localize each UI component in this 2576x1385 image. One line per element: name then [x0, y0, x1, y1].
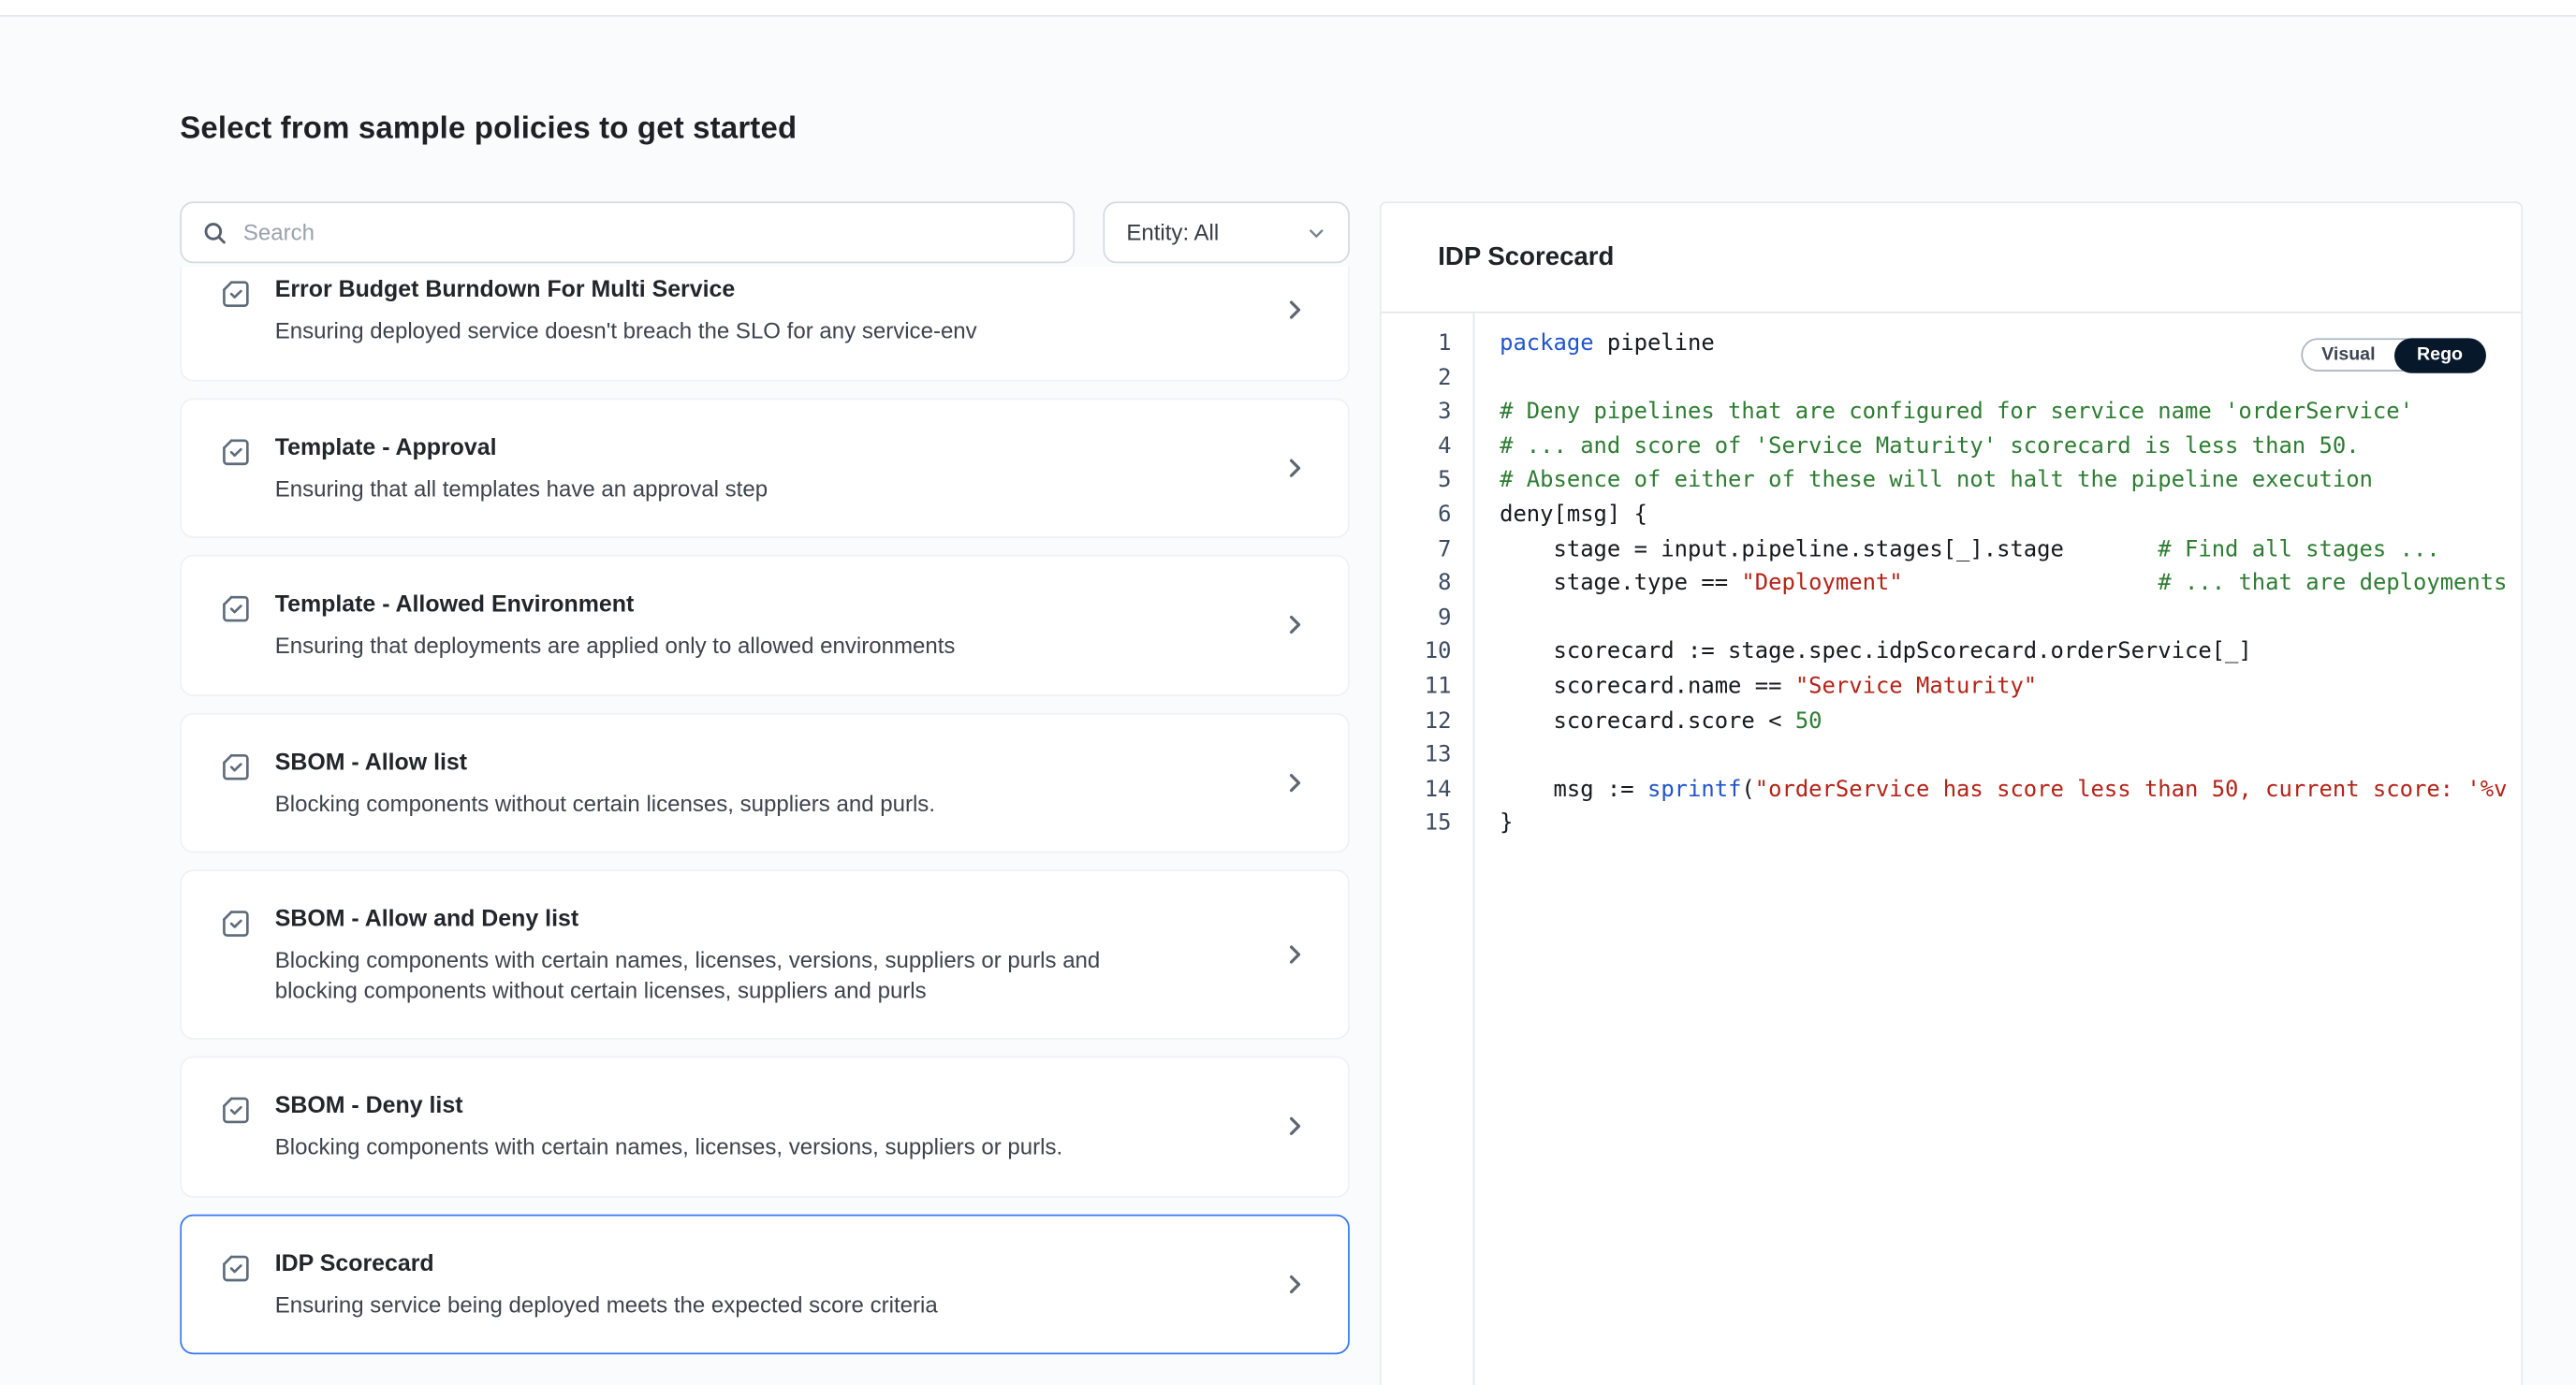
- preview-panel-header: IDP Scorecard: [1382, 203, 2522, 313]
- scale-wrapper: Select from sample policies to get start…: [0, 0, 2576, 1385]
- chevron-right-icon: [1281, 455, 1308, 481]
- policy-text: IDP Scorecard Ensuring service being depl…: [275, 1248, 938, 1319]
- line-number: 10: [1382, 637, 1452, 672]
- chevron-right-icon: [1281, 1114, 1308, 1140]
- policy-card[interactable]: IDP Scorecard Ensuring service being depl…: [180, 1214, 1350, 1354]
- line-number: 13: [1382, 740, 1452, 775]
- code-line: stage.type == "Deployment" # ... that ar…: [1500, 568, 2521, 603]
- line-number: 2: [1382, 362, 1452, 397]
- policy-text: SBOM - Allow list Blocking components wit…: [275, 747, 935, 818]
- search-icon: [201, 219, 227, 245]
- policy-title: SBOM - Allow and Deny list: [275, 905, 1108, 933]
- policy-check-icon: [218, 591, 253, 661]
- chevron-right-icon: [1281, 612, 1308, 638]
- line-number: 11: [1382, 671, 1452, 706]
- line-number: 9: [1382, 603, 1452, 637]
- policy-check-icon: [218, 276, 253, 345]
- policy-title: SBOM - Allow list: [275, 747, 935, 775]
- policy-title: Template - Allowed Environment: [275, 590, 956, 618]
- policy-description: Ensuring that all templates have an appr…: [275, 474, 768, 503]
- main-row: Entity: All Error Budget Burndown For Mu…: [180, 201, 2523, 1385]
- chevron-down-icon: [1307, 223, 1326, 242]
- code-line: scorecard.score < 50: [1500, 706, 2521, 740]
- policy-description: Ensuring service being deployed meets th…: [275, 1290, 938, 1319]
- policy-text: SBOM - Allow and Deny list Blocking compo…: [275, 905, 1108, 1005]
- policy-description: Ensuring deployed service doesn't breach…: [275, 316, 977, 345]
- code-line: [1500, 603, 2521, 637]
- policy-title: IDP Scorecard: [275, 1248, 938, 1276]
- policy-description: Ensuring that deployments are applied on…: [275, 632, 956, 661]
- policy-check-icon: [218, 1093, 253, 1162]
- policy-text: Template - Allowed Environment Ensuring t…: [275, 590, 956, 661]
- code-line: scorecard := stage.spec.idpScorecard.ord…: [1500, 637, 2521, 672]
- policy-title: SBOM - Deny list: [275, 1091, 1062, 1119]
- code-line: stage = input.pipeline.stages[_].stage #…: [1500, 534, 2521, 569]
- policy-description: Blocking components with certain names, …: [275, 1132, 1062, 1161]
- policy-card[interactable]: Template - Allowed Environment Ensuring t…: [180, 555, 1350, 695]
- line-number: 6: [1382, 500, 1452, 534]
- code-lines: package pipeline # Deny pipelines that a…: [1474, 313, 2521, 1385]
- code-line: msg := sprintf("orderService has score l…: [1500, 774, 2521, 809]
- code-line: }: [1500, 809, 2521, 843]
- code-line: # ... and score of 'Service Maturity' sc…: [1500, 431, 2521, 466]
- policy-check-icon: [218, 906, 253, 1004]
- entity-filter-dropdown[interactable]: Entity: All: [1103, 201, 1349, 263]
- policy-description: Blocking components with certain names, …: [275, 946, 1108, 1004]
- chevron-right-icon: [1281, 1271, 1308, 1297]
- line-number: 12: [1382, 706, 1452, 740]
- entity-filter-label: Entity: All: [1126, 220, 1219, 245]
- line-number: 4: [1382, 431, 1452, 466]
- app-viewport: Select from sample policies to get start…: [0, 0, 2576, 1385]
- line-number: 8: [1382, 568, 1452, 603]
- policy-text: Template - Approval Ensuring that all tem…: [275, 432, 768, 503]
- filters-row: Entity: All: [180, 201, 1350, 263]
- line-number: 14: [1382, 774, 1452, 809]
- policy-card[interactable]: Error Budget Burndown For Multi Service E…: [180, 267, 1350, 381]
- policy-preview-panel: IDP Scorecard Visual Rego 12345678910111…: [1380, 201, 2523, 1385]
- main-content: Select from sample policies to get start…: [0, 17, 2576, 1385]
- top-chrome-strip: [0, 0, 2576, 17]
- chevron-right-icon: [1281, 297, 1308, 323]
- chevron-right-icon: [1281, 769, 1308, 795]
- policy-description: Blocking components without certain lice…: [275, 789, 935, 818]
- toggle-option-rego[interactable]: Rego: [2393, 337, 2486, 372]
- code-line: # Absence of either of these will not ha…: [1500, 465, 2521, 500]
- policy-card[interactable]: SBOM - Allow list Blocking components wit…: [180, 712, 1350, 853]
- line-number: 5: [1382, 465, 1452, 500]
- policy-text: SBOM - Deny list Blocking components with…: [275, 1091, 1062, 1162]
- line-number: 7: [1382, 534, 1452, 569]
- policy-card[interactable]: SBOM - Deny list Blocking components with…: [180, 1057, 1350, 1197]
- policy-text: Error Budget Burndown For Multi Service E…: [275, 275, 977, 346]
- policy-title: Error Budget Burndown For Multi Service: [275, 275, 977, 303]
- policy-card[interactable]: Template - Approval Ensuring that all tem…: [180, 398, 1350, 538]
- code-line: scorecard.name == "Service Maturity": [1500, 671, 2521, 706]
- policy-list-column: Entity: All Error Budget Burndown For Mu…: [180, 201, 1350, 1385]
- code-editor[interactable]: 123456789101112131415 package pipeline #…: [1382, 313, 2522, 1385]
- policy-check-icon: [218, 1250, 253, 1319]
- code-line: deny[msg] {: [1500, 500, 2521, 534]
- code-line: [1500, 740, 2521, 775]
- policy-title: Template - Approval: [275, 432, 768, 460]
- policy-card[interactable]: SBOM - Allow and Deny list Blocking compo…: [180, 869, 1350, 1040]
- policy-check-icon: [218, 434, 253, 503]
- view-toggle: Visual Rego: [2302, 338, 2486, 372]
- line-number: 3: [1382, 397, 1452, 431]
- policy-list: Error Budget Burndown For Multi Service E…: [180, 267, 1350, 1385]
- search-input-wrapper: [180, 201, 1075, 263]
- toggle-option-visual[interactable]: Visual: [2304, 338, 2394, 372]
- line-number: 15: [1382, 809, 1452, 843]
- page-title: Select from sample policies to get start…: [180, 109, 2523, 146]
- line-number-gutter: 123456789101112131415: [1382, 313, 1475, 1385]
- policy-check-icon: [218, 749, 253, 818]
- chevron-right-icon: [1281, 941, 1308, 968]
- preview-title: IDP Scorecard: [1438, 242, 1614, 272]
- search-input[interactable]: [243, 220, 1053, 245]
- code-line: # Deny pipelines that are configured for…: [1500, 397, 2521, 431]
- line-number: 1: [1382, 328, 1452, 363]
